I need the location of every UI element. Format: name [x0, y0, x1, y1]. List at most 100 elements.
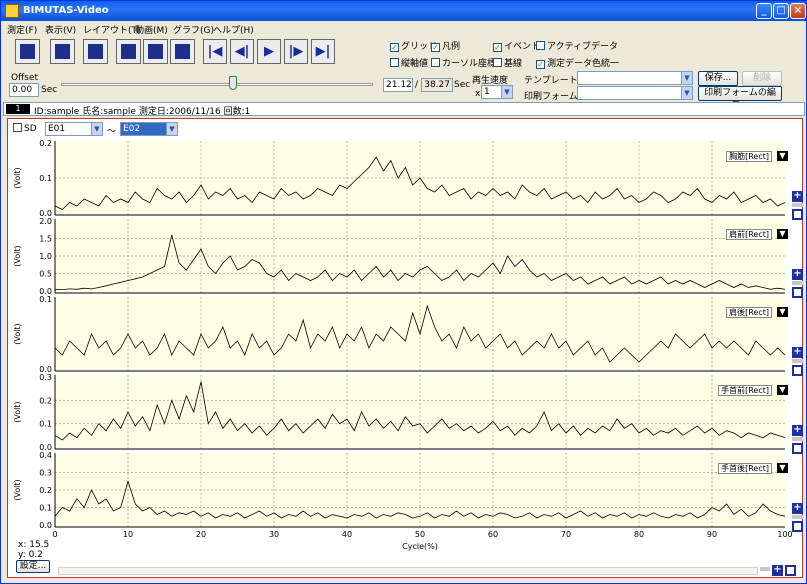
zoom-in-icon[interactable]: +: [792, 347, 803, 358]
prev-button[interactable]: ◀|: [230, 39, 254, 64]
zoom-fit-icon[interactable]: [792, 365, 803, 376]
panel-menu-icon[interactable]: ▼: [777, 151, 788, 161]
zoom-separator: [792, 203, 803, 207]
y-tick-label: 0.3: [39, 469, 52, 478]
zoom-fit-horizontal-icon[interactable]: [785, 565, 796, 576]
panel-menu-icon[interactable]: ▼: [777, 385, 788, 395]
legend-checkbox[interactable]: ✓ 凡例: [431, 39, 460, 52]
playback-speed-select[interactable]: 1 ▼: [481, 85, 513, 99]
grid-graph-button[interactable]: [170, 39, 195, 64]
x-tick-label: 10: [123, 530, 133, 539]
y-axis-label: (Volt): [13, 245, 22, 266]
zoom-fit-icon[interactable]: [792, 521, 803, 532]
panel-menu-icon[interactable]: ▼: [777, 463, 788, 473]
window-title: BIMUTAS-Video: [23, 5, 109, 16]
x-tick-label: 0: [52, 530, 57, 539]
active-data-checkbox[interactable]: アクティブデータ: [536, 39, 618, 52]
chevron-down-icon: ▼: [681, 87, 692, 99]
zoom-in-icon[interactable]: +: [792, 191, 803, 202]
folder-button[interactable]: [50, 39, 75, 64]
record-number: 1: [6, 104, 30, 114]
menu-layout[interactable]: レイアウト(T): [83, 23, 141, 36]
next-button[interactable]: |▶: [284, 39, 308, 64]
legend-entry[interactable]: 肩前[Rect]: [726, 229, 772, 240]
y-tick-label: 0.2: [39, 139, 52, 148]
legend-entry[interactable]: 胸筋[Rect]: [726, 151, 772, 162]
maximize-icon[interactable]: □: [773, 3, 789, 19]
vertical-value-checkbox[interactable]: 縦軸値: [390, 56, 428, 69]
horizontal-scrollbar[interactable]: [58, 567, 758, 575]
graph-icon: [148, 44, 163, 59]
panel-menu-icon[interactable]: ▼: [777, 307, 788, 317]
edit-print-form-button[interactable]: 印刷フォームの編集...: [698, 86, 782, 111]
y-axis-label: (Volt): [13, 479, 22, 500]
y-tick-label: 0.1: [39, 295, 52, 304]
last-button[interactable]: ▶|: [311, 39, 335, 64]
legend-entry[interactable]: 手首前[Rect]: [718, 385, 772, 396]
zoom-in-icon[interactable]: +: [792, 503, 803, 514]
template-delete-button[interactable]: 削除: [742, 71, 782, 86]
template-select[interactable]: ▼: [577, 71, 693, 85]
y-tick-label: 0.1: [39, 504, 52, 513]
check-icon: ✓: [493, 43, 502, 52]
unify-color-checkbox[interactable]: ✓ 測定データ色統一: [536, 56, 619, 69]
legend-entry[interactable]: 肩後[Rect]: [726, 307, 772, 318]
record-info-text: ID:sample 氏名:sample 測定日:2006/11/16 回数:1: [34, 107, 251, 117]
grid-graph-icon: [175, 44, 190, 59]
menu-view[interactable]: 表示(V): [45, 23, 76, 36]
template-save-button[interactable]: 保存...: [698, 71, 738, 86]
x-axis-label: Cycle(%): [402, 542, 438, 551]
zoom-separator: [792, 515, 803, 519]
print-button[interactable]: [83, 39, 108, 64]
time-slider[interactable]: [61, 83, 373, 86]
zoom-in-icon[interactable]: +: [792, 425, 803, 436]
event-checkbox[interactable]: ✓ イベント: [493, 39, 540, 52]
zoom-separator: [792, 281, 803, 285]
cursor-x-readout: x: 15.5: [18, 540, 50, 550]
chevron-down-icon: ▼: [501, 86, 512, 98]
legend-entry[interactable]: 手首後[Rect]: [718, 463, 772, 474]
x-tick-label: 70: [561, 530, 571, 539]
y-tick-label: 1.5: [39, 235, 52, 244]
offset-label: Offset: [11, 73, 39, 83]
chevron-down-icon: ▼: [681, 72, 692, 84]
time-slider-thumb[interactable]: [228, 76, 237, 90]
play-icon: ▶: [264, 44, 274, 59]
y-tick-label: 0.2: [39, 486, 52, 495]
current-time-field[interactable]: 21.12: [383, 78, 413, 92]
x-tick-label: 40: [342, 530, 352, 539]
play-button[interactable]: ▶: [257, 39, 281, 64]
zoom-fit-icon[interactable]: [792, 443, 803, 454]
close-icon[interactable]: ×: [790, 3, 806, 19]
next-icon: |▶: [288, 44, 304, 59]
app-icon: [5, 4, 19, 18]
zoom-in-horizontal-icon[interactable]: +: [772, 565, 783, 576]
panel-menu-icon[interactable]: ▼: [777, 229, 788, 239]
cursor-coord-checkbox[interactable]: カーソル座標: [431, 56, 496, 69]
menu-graph[interactable]: グラフ(G): [173, 23, 214, 36]
zoom-separator: [792, 437, 803, 441]
graph-button[interactable]: [143, 39, 168, 64]
playback-prefix: x: [475, 89, 481, 99]
offset-field[interactable]: 0.00: [9, 83, 39, 97]
y-tick-label: 2.0: [39, 217, 52, 226]
settings-button[interactable]: 設定...: [16, 560, 50, 573]
menu-video[interactable]: 動画(M): [135, 23, 168, 36]
edit-button[interactable]: [116, 39, 141, 64]
grid-checkbox[interactable]: ✓ グリッド: [390, 39, 437, 52]
x-tick-label: 30: [269, 530, 279, 539]
menu-measure[interactable]: 測定(F): [7, 23, 37, 36]
menu-help[interactable]: ヘルプ(H): [213, 23, 254, 36]
first-button[interactable]: |◀: [203, 39, 227, 64]
baseline-checkbox[interactable]: 基線: [493, 56, 522, 69]
app-window: BIMUTAS-Video _ □ × 測定(F) 表示(V) レイアウト(T)…: [0, 0, 807, 584]
check-icon: ✓: [536, 60, 545, 69]
time-unit: Sec: [454, 80, 471, 90]
open-file-button[interactable]: [15, 39, 40, 64]
zoom-fit-icon[interactable]: [792, 209, 803, 220]
y-tick-label: 0.5: [39, 270, 52, 279]
print-form-select[interactable]: ▼: [577, 86, 693, 100]
minimize-icon[interactable]: _: [756, 3, 772, 19]
zoom-fit-icon[interactable]: [792, 287, 803, 298]
zoom-in-icon[interactable]: +: [792, 269, 803, 280]
